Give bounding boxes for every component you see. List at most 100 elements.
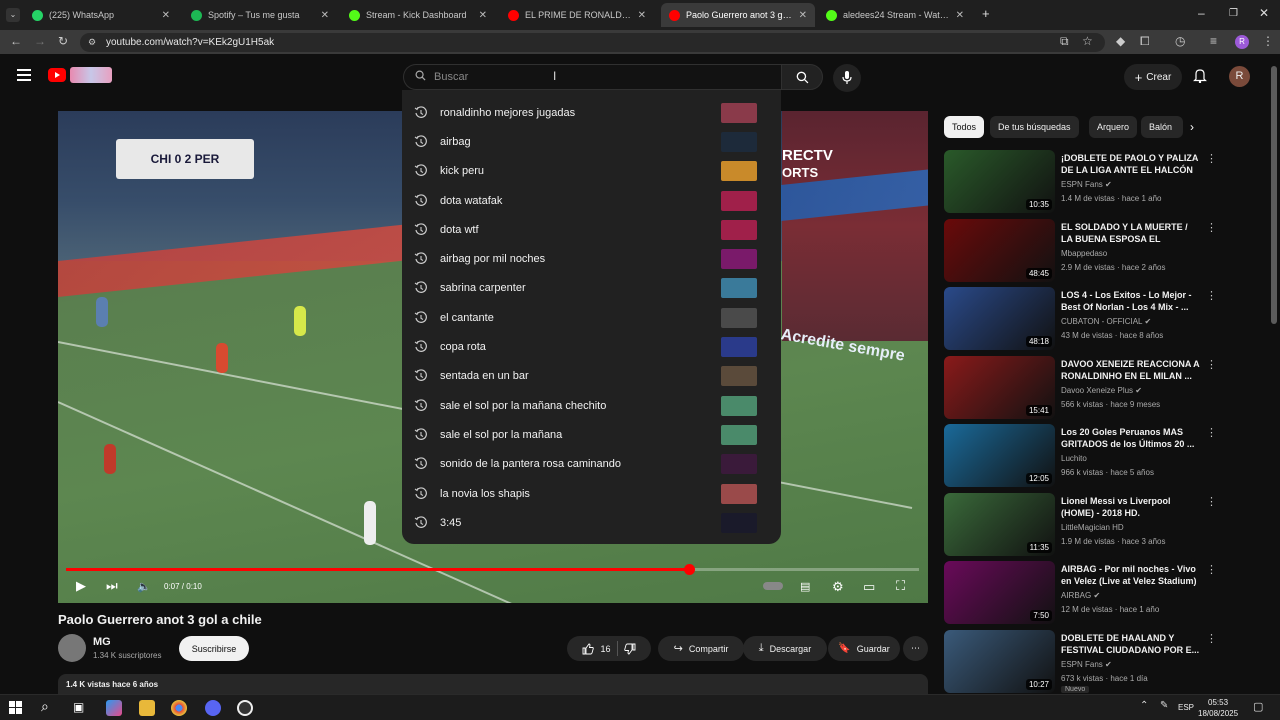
video-progress-handle[interactable] [683,564,695,575]
history-icon[interactable]: ◷ [1175,34,1185,48]
more-vertical-icon[interactable]: ⋮ [1206,495,1217,508]
video-progress-bar[interactable] [66,564,919,575]
search-suggestion[interactable]: sale el sol por la mañana chechito [402,391,781,420]
related-video[interactable]: 15:41 DAVOO XENEIZE REACCIONA A RONALDIN… [944,355,1264,420]
search-suggestion[interactable]: el cantante [402,303,781,332]
related-video[interactable]: 48:45 EL SOLDADO Y LA MUERTE / LA BUENA … [944,218,1264,283]
description-box[interactable]: 1.4 K vistas hace 6 años [58,674,928,694]
search-suggestion[interactable]: sonido de la pantera rosa caminando [402,450,781,479]
filter-chip[interactable]: Todos [944,116,985,138]
site-info-icon[interactable]: ⚙ [88,37,96,48]
search-suggestion[interactable]: airbag [402,127,781,156]
related-video[interactable]: 11:35 Lionel Messi vs Liverpool (HOME) -… [944,492,1264,557]
restore-icon[interactable]: ❐ [1229,8,1238,19]
discord-icon[interactable] [205,700,221,716]
keyboard-language[interactable]: ESP [1178,703,1194,712]
tray-pen-icon[interactable]: ✎ [1160,700,1168,711]
related-channel[interactable]: CUBATON - OFFICIAL ✔ [1061,317,1151,326]
video-thumbnail[interactable]: 10:27 [944,629,1055,693]
search-suggestion[interactable]: la novia los shapis [402,479,781,508]
tab-search-icon[interactable]: ⌄ [6,8,20,22]
more-vertical-icon[interactable]: ⋮ [1206,358,1217,371]
search-suggestion[interactable]: sale el sol por la mañana [402,420,781,449]
minimize-icon[interactable]: – [1198,6,1205,20]
browser-tab[interactable]: (225) WhatsApp ✕ [24,3,178,27]
tab-close-icon[interactable]: ✕ [956,10,964,21]
related-video-title[interactable]: Los 20 Goles Peruanos MAS GRITADOS de lo… [1061,426,1201,450]
related-channel[interactable]: Luchito [1061,454,1087,463]
play-icon[interactable]: ▶ [76,578,86,594]
related-channel[interactable]: Davoo Xeneize Plus ✔ [1061,386,1142,395]
video-thumbnail[interactable]: 11:35 [944,492,1055,556]
more-vertical-icon[interactable]: ⋮ [1206,152,1217,165]
forward-icon[interactable]: → [34,34,46,48]
browser-tab[interactable]: aledees24 Stream - Watch Live ✕ [818,3,972,27]
related-video-title[interactable]: DOBLETE DE HAALAND Y FESTIVAL CIUDADANO … [1061,632,1201,656]
browser-tab[interactable]: Stream - Kick Dashboard ✕ [341,3,495,27]
browser-tab[interactable]: EL PRIME DE RONALDINHO (20 ✕ [500,3,654,27]
notifications-bell-icon[interactable] [1193,68,1207,88]
related-video[interactable]: 7:50 AIRBAG - Por mil noches - Vivo en V… [944,561,1264,625]
video-thumbnail[interactable]: 48:45 [944,218,1055,282]
task-view-icon[interactable]: ▣ [73,700,84,714]
new-tab-button[interactable]: + [982,6,990,21]
browser-tab[interactable]: Paolo Guerrero anot 3 gol a chi ✕ [661,3,815,27]
related-video-title[interactable]: DAVOO XENEIZE REACCIONA A RONALDINHO EN … [1061,358,1201,382]
more-actions-button[interactable]: ⋯ [903,636,928,661]
back-icon[interactable]: ← [10,34,22,48]
create-button[interactable]: + Crear [1124,64,1182,90]
volume-icon[interactable]: 🔈 [137,580,151,593]
save-button[interactable]: 🔖 Guardar [828,636,900,661]
channel-name[interactable]: MG [93,636,111,648]
install-icon[interactable]: ⧉ [1060,34,1069,49]
related-video-title[interactable]: EL SOLDADO Y LA MUERTE / LA BUENA ESPOSA… [1061,221,1201,246]
reading-list-icon[interactable]: ≡ [1210,34,1217,48]
related-video-title[interactable]: Lionel Messi vs Liverpool (HOME) - 2018 … [1061,495,1201,519]
more-vertical-icon[interactable]: ⋮ [1206,632,1217,645]
related-video[interactable]: 48:18 LOS 4 - Los Exitos - Lo Mejor - Be… [944,287,1264,351]
video-thumbnail[interactable]: 48:18 [944,287,1055,350]
search-input[interactable]: Buscar I [403,64,781,90]
search-suggestion[interactable]: dota wtf [402,215,781,244]
obs-icon[interactable] [237,700,253,716]
related-channel[interactable]: ESPN Fans ✔ [1061,180,1112,189]
extension-icon[interactable]: ◆ [1116,34,1125,48]
search-suggestion[interactable]: sentada en un bar [402,362,781,391]
search-suggestion[interactable]: 3:45 [402,508,781,537]
related-channel[interactable]: ESPN Fans ✔ [1061,660,1112,669]
search-suggestion[interactable]: sabrina carpenter [402,274,781,303]
like-button[interactable]: 16 [582,643,611,655]
taskbar-search-icon[interactable]: ⌕ [41,698,49,715]
youtube-logo[interactable] [48,68,66,82]
thumbs-down-icon[interactable] [623,643,636,655]
subscribe-button[interactable]: Suscribirse [179,636,249,661]
related-channel[interactable]: LittleMagician HD [1061,523,1124,532]
hamburger-menu-icon[interactable] [17,69,31,81]
bookmark-star-icon[interactable]: ☆ [1082,34,1093,48]
search-suggestion[interactable]: dota watafak [402,186,781,215]
filter-chip[interactable]: Balón [1141,116,1183,138]
more-vertical-icon[interactable]: ⋮ [1206,289,1217,302]
related-video[interactable]: 10:27 DOBLETE DE HAALAND Y FESTIVAL CIUD… [944,629,1264,694]
more-vertical-icon[interactable]: ⋮ [1206,221,1217,234]
close-icon[interactable]: ✕ [1259,6,1269,20]
related-video-title[interactable]: ¡DOBLETE DE PAOLO Y PALIZA DE LA LIGA AN… [1061,152,1201,177]
filter-chip[interactable]: De tus búsquedas [990,116,1079,138]
video-thumbnail[interactable]: 7:50 [944,561,1055,624]
tab-close-icon[interactable]: ✕ [799,10,807,21]
related-video-title[interactable]: LOS 4 - Los Exitos - Lo Mejor - Best Of … [1061,289,1201,313]
more-vertical-icon[interactable]: ⋮ [1206,426,1217,439]
search-suggestion[interactable]: copa rota [402,332,781,361]
share-button[interactable]: ↪ Compartir [658,636,744,661]
chips-next-arrow-icon[interactable]: › [1190,120,1194,134]
video-thumbnail[interactable]: 10:35 [944,150,1055,213]
doodle-logo-image[interactable] [70,67,112,83]
related-video-title[interactable]: AIRBAG - Por mil noches - Vivo en Velez … [1061,563,1201,587]
reload-icon[interactable]: ↻ [58,34,68,48]
settings-gear-icon[interactable]: ⚙ [832,579,844,595]
page-scrollbar[interactable] [1271,66,1277,324]
filter-chip[interactable]: Arquero [1089,116,1138,138]
search-suggestion[interactable]: airbag por mil noches [402,244,781,273]
search-suggestion[interactable]: kick peru [402,157,781,186]
notification-center-icon[interactable]: ▢ [1253,700,1263,713]
